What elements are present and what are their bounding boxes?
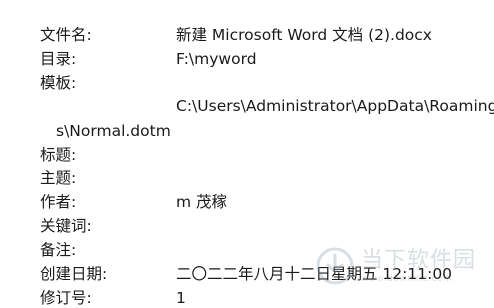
revision-value: 1 <box>176 289 186 307</box>
watermark-name: 当下软件园 <box>360 248 476 273</box>
filename-value: 新建 Microsoft Word 文档 (2).docx <box>176 26 432 44</box>
directory-label: 目录: <box>40 50 77 68</box>
author-label: 作者: <box>40 193 77 211</box>
template-value: C:\Users\Administrator\AppData\Roaming <box>176 97 494 115</box>
author-value: m 茂稼 <box>176 193 228 211</box>
downxia-logo-icon <box>316 247 354 285</box>
watermark: 当下软件园 www.downxia.com <box>315 246 476 286</box>
watermark-url: www.downxia.com <box>360 274 453 284</box>
created-date-label: 创建日期: <box>40 265 108 283</box>
template-value-continued: s\Normal.dotm <box>56 122 171 140</box>
title-label: 标题: <box>40 146 77 164</box>
directory-value: F:\myword <box>176 50 257 68</box>
keywords-label: 关键词: <box>40 217 92 235</box>
revision-label: 修订号: <box>40 289 92 307</box>
filename-label: 文件名: <box>40 26 92 44</box>
comments-label: 备注: <box>40 241 77 259</box>
template-label: 模板: <box>40 74 77 92</box>
subject-label: 主题: <box>40 169 77 187</box>
